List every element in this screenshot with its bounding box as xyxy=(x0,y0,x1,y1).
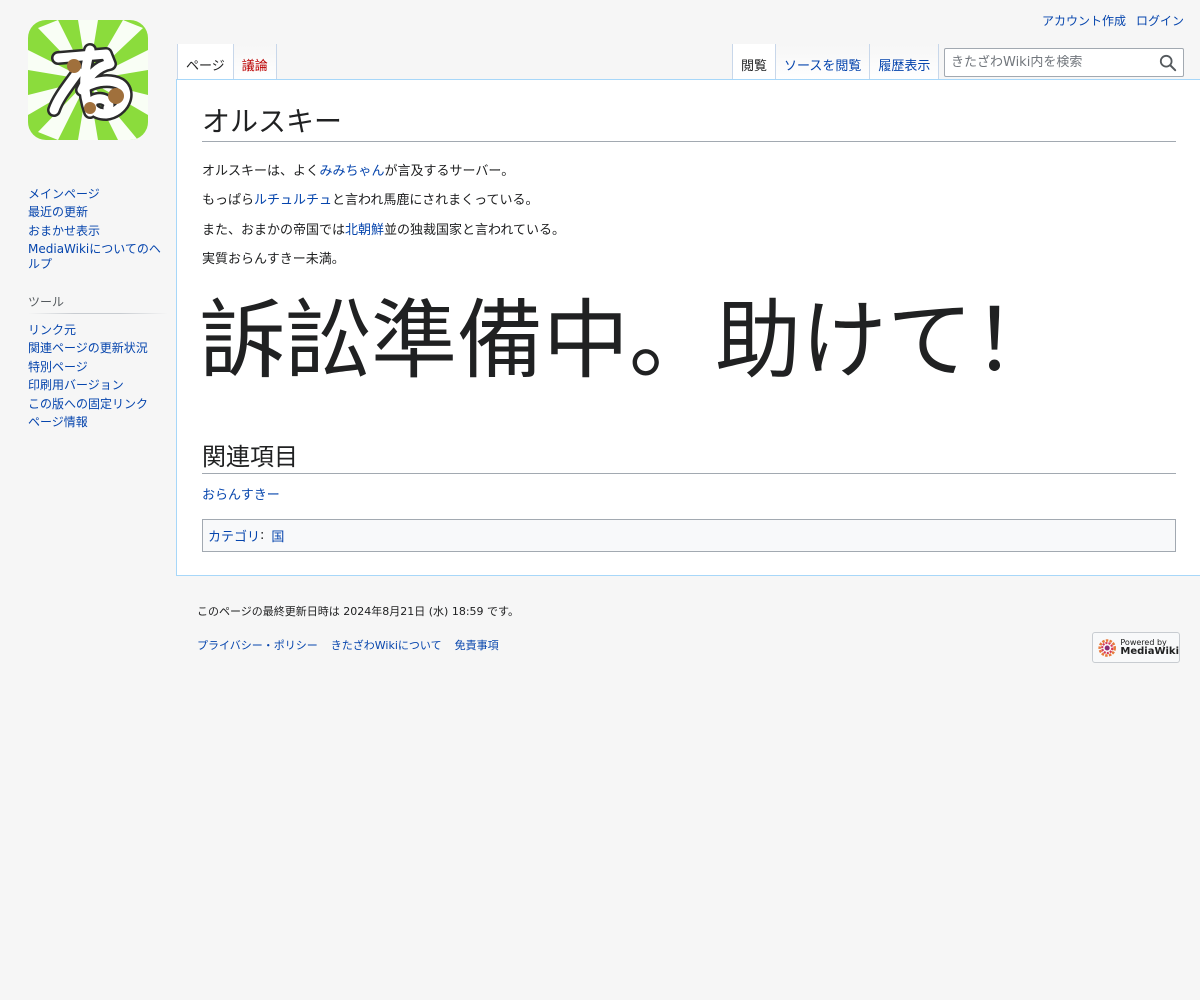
sidebar: メインページ 最近の更新 おまかせ表示 MediaWikiについてのヘルプ ツー… xyxy=(28,187,168,433)
search-input[interactable] xyxy=(945,55,1145,70)
login-link[interactable]: ログイン xyxy=(1136,12,1184,29)
search-icon[interactable] xyxy=(1159,54,1177,72)
powered-by-mediawiki-badge[interactable]: Powered by MediaWiki xyxy=(1092,632,1180,663)
link-oransky[interactable]: おらんすきー xyxy=(202,488,280,503)
paragraph-3: また、おまかの帝国では北朝鮮並の独裁国家と言われている。 xyxy=(202,219,565,238)
paragraph-1-text-a: オルスキーは、よく xyxy=(202,164,320,179)
sidebar-item-random[interactable]: おまかせ表示 xyxy=(28,224,168,238)
footer-places: プライバシー・ポリシー きたざわWikiについて 免責事項 xyxy=(197,637,499,653)
footer-last-modified: このページの最終更新日時は 2024年8月21日 (水) 18:59 です。 xyxy=(197,605,519,618)
paragraph-3-text-b: 並の独裁国家と言われている。 xyxy=(384,223,565,238)
paragraph-2-text-a: もっぱら xyxy=(202,193,255,208)
sidebar-tools: リンク元 関連ページの更新状況 特別ページ 印刷用バージョン この版への固定リン… xyxy=(28,323,168,429)
category-country-link[interactable]: 国 xyxy=(271,526,284,545)
sidebar-item-special-pages[interactable]: 特別ページ xyxy=(28,360,168,374)
tab-talk[interactable]: 議論 xyxy=(233,44,277,80)
paragraph-4: 実質おらんすきー未満。 xyxy=(202,252,345,267)
footer-disclaimer-link[interactable]: 免責事項 xyxy=(455,637,499,653)
link-ruchuruchu[interactable]: ルチュルチュ xyxy=(254,193,332,208)
tools-heading: ツール xyxy=(28,292,168,315)
tab-view-source-label: ソースを閲覧 xyxy=(784,59,862,74)
sidebar-item-permalink[interactable]: この版への固定リンク xyxy=(28,397,168,411)
paragraph-1: オルスキーは、よくみみちゃんが言及するサーバー。 xyxy=(202,160,514,179)
tab-read[interactable]: 閲覧 xyxy=(732,44,777,80)
paragraph-2-text-b: と言われ馬鹿にされまくっている。 xyxy=(332,193,539,208)
sidebar-item-recent-changes[interactable]: 最近の更新 xyxy=(28,205,168,219)
namespace-tabs: ページ 議論 xyxy=(177,44,277,80)
paragraph-1-text-b: が言及するサーバー。 xyxy=(384,164,515,179)
tab-talk-label: 議論 xyxy=(241,59,268,74)
related-list: おらんすきー xyxy=(202,484,280,503)
footer-about-link[interactable]: きたざわWikiについて xyxy=(331,637,442,653)
page-title: オルスキー xyxy=(202,104,1176,142)
view-tabs: 閲覧 ソースを閲覧 履歴表示 xyxy=(732,44,940,80)
category-colon: : xyxy=(260,528,265,543)
mediawiki-flower-icon xyxy=(1098,638,1116,657)
tab-page-label: ページ xyxy=(186,59,225,74)
link-mimichan[interactable]: みみちゃん xyxy=(320,164,385,179)
site-logo[interactable] xyxy=(28,20,148,140)
sidebar-navigation: メインページ 最近の更新 おまかせ表示 MediaWikiについてのヘルプ xyxy=(28,187,168,271)
sidebar-item-help[interactable]: MediaWikiについてのヘルプ xyxy=(28,242,168,271)
powered-big-text: MediaWiki xyxy=(1120,645,1179,657)
paragraph-3-text-a: また、おまかの帝国では xyxy=(202,223,346,238)
personal-tools: アカウント作成 ログイン xyxy=(1042,12,1184,29)
related-heading: 関連項目 xyxy=(202,442,1176,474)
sidebar-item-whatlinkshere[interactable]: リンク元 xyxy=(28,323,168,337)
sidebar-item-printable[interactable]: 印刷用バージョン xyxy=(28,378,168,392)
logo-icon xyxy=(28,20,148,140)
search-box xyxy=(944,48,1184,77)
tab-history[interactable]: 履歴表示 xyxy=(870,44,940,80)
sidebar-item-main-page[interactable]: メインページ xyxy=(28,187,168,201)
category-links: カテゴリ: 国 xyxy=(202,519,1176,552)
content-area: オルスキー オルスキーは、よくみみちゃんが言及するサーバー。 もっぱらルチュルチ… xyxy=(176,79,1200,576)
big-text: 訴訟準備中。助けて！ xyxy=(199,291,1059,391)
sidebar-item-related-changes[interactable]: 関連ページの更新状況 xyxy=(28,341,168,355)
sidebar-item-page-info[interactable]: ページ情報 xyxy=(28,415,168,429)
tab-view-source[interactable]: ソースを閲覧 xyxy=(776,44,871,80)
category-label-link[interactable]: カテゴリ xyxy=(208,526,260,545)
tab-read-label: 閲覧 xyxy=(741,59,768,74)
link-north-korea[interactable]: 北朝鮮 xyxy=(345,223,384,238)
tab-page[interactable]: ページ xyxy=(177,44,234,80)
create-account-link[interactable]: アカウント作成 xyxy=(1042,12,1126,29)
paragraph-2: もっぱらルチュルチュと言われ馬鹿にされまくっている。 xyxy=(202,189,538,208)
footer-privacy-link[interactable]: プライバシー・ポリシー xyxy=(197,637,318,653)
tab-history-label: 履歴表示 xyxy=(878,59,931,74)
